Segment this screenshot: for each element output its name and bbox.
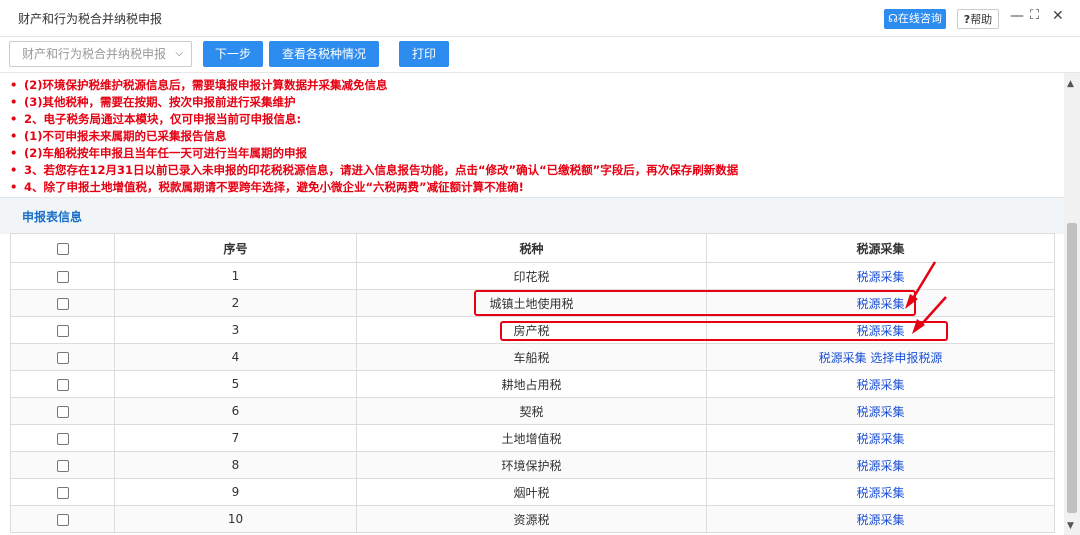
print-button[interactable]: 打印 xyxy=(399,41,449,67)
row-number: 3 xyxy=(114,316,357,344)
tax-source-link[interactable]: 税源采集 xyxy=(856,378,904,392)
next-step-button[interactable]: 下一步 xyxy=(203,41,263,67)
select-tax-source-link[interactable]: 选择申报税源 xyxy=(870,351,942,365)
notice-line: • 4、除了申报土地增值税，税款属期请不要跨年选择，避免小微企业“六税两费”减征额… xyxy=(10,180,524,194)
table-row: 1 印花税 税源采集 xyxy=(10,262,1055,290)
tax-source-link[interactable]: 税源采集 xyxy=(856,486,904,500)
notice-line: • 2、电子税务局通过本模块，仅可申报当前可申报信息: xyxy=(10,112,302,126)
table-row: 9 烟叶税 税源采集 xyxy=(10,478,1055,506)
chevron-down-icon: ⌵ xyxy=(175,48,183,59)
tax-source-link[interactable]: 税源采集 xyxy=(856,270,904,284)
table-row: 6 契税 税源采集 xyxy=(10,397,1055,425)
tax-type: 资源税 xyxy=(356,505,707,533)
online-consult-label: 在线咨询 xyxy=(897,12,942,25)
tax-type: 契税 xyxy=(356,397,707,425)
tax-type: 环境保护税 xyxy=(356,451,707,479)
row-checkbox[interactable] xyxy=(56,297,69,310)
tax-source-link[interactable]: 税源采集 xyxy=(856,432,904,446)
scrollbar-thumb[interactable] xyxy=(1067,223,1077,513)
section-header: 申报表信息 xyxy=(0,197,1064,234)
row-checkbox[interactable] xyxy=(56,351,69,364)
scroll-up-icon[interactable]: ▲ xyxy=(1067,79,1074,89)
minimize-icon[interactable]: — xyxy=(1010,8,1024,24)
notice-line: • (2)环境保护税维护税源信息后，需要填报申报计算数据并采集减免信息 xyxy=(10,78,388,92)
row-checkbox[interactable] xyxy=(56,378,69,391)
row-number: 5 xyxy=(114,370,357,398)
view-tax-status-button[interactable]: 查看各税种情况 xyxy=(269,41,379,67)
highlight-box xyxy=(474,290,916,316)
row-checkbox[interactable] xyxy=(56,486,69,499)
section-title: 申报表信息 xyxy=(22,210,83,224)
toolbar: 财产和行为税合并纳税申报 ⌵ 下一步 查看各税种情况 打印 xyxy=(0,37,1080,73)
online-consult-button[interactable]: ☊在线咨询 xyxy=(884,9,946,29)
notice-line: • (2)车船税按年申报且当年任一天可进行当年属期的申报 xyxy=(10,146,308,160)
table-row: 4 车船税 税源采集 选择申报税源 xyxy=(10,343,1055,371)
row-number: 7 xyxy=(114,424,357,452)
headset-icon: ☊ xyxy=(888,12,898,25)
row-number: 4 xyxy=(114,343,357,371)
row-checkbox[interactable] xyxy=(56,324,69,337)
form-select-value: 财产和行为税合并纳税申报 xyxy=(22,47,167,61)
column-header: 税种 xyxy=(356,233,707,263)
tax-source-link[interactable]: 税源采集 xyxy=(856,513,904,527)
table-row: 8 环境保护税 税源采集 xyxy=(10,451,1055,479)
close-icon[interactable]: ✕ xyxy=(1052,8,1064,24)
notice-panel: • (2)环境保护税维护税源信息后，需要填报申报计算数据并采集减免信息 • (3)其… xyxy=(0,73,1064,197)
notice-line: • 3、若您存在12月31日以前已录入未申报的印花税税源信息，请进入信息报告功能，… xyxy=(10,163,739,177)
table-row: 10 资源税 税源采集 xyxy=(10,505,1055,533)
highlight-box xyxy=(500,321,948,341)
row-checkbox[interactable] xyxy=(56,405,69,418)
row-checkbox[interactable] xyxy=(56,432,69,445)
notice-line: • (3)其他税种，需要在按期、按次申报前进行采集维护 xyxy=(10,95,296,109)
table-row: 5 耕地占用税 税源采集 xyxy=(10,370,1055,398)
tax-type: 印花税 xyxy=(356,262,707,290)
row-number: 10 xyxy=(114,505,357,533)
row-checkbox[interactable] xyxy=(56,459,69,472)
table-header-row: 序号 税种 税源采集 xyxy=(10,233,1055,263)
maximize-icon[interactable]: ⛶ xyxy=(1030,8,1039,23)
row-checkbox[interactable] xyxy=(56,513,69,526)
scroll-down-icon[interactable]: ▼ xyxy=(1067,521,1074,531)
row-number: 6 xyxy=(114,397,357,425)
tax-source-link[interactable]: 税源采集 xyxy=(819,351,867,365)
help-label: 帮助 xyxy=(970,13,993,26)
notice-line: • (1)不可申报未来属期的已采集报告信息 xyxy=(10,129,227,143)
table-row: 7 土地增值税 税源采集 xyxy=(10,424,1055,452)
select-all-checkbox[interactable] xyxy=(56,242,69,255)
tax-type: 烟叶税 xyxy=(356,478,707,506)
tax-type: 耕地占用税 xyxy=(356,370,707,398)
row-number: 2 xyxy=(114,289,357,317)
row-checkbox[interactable] xyxy=(56,270,69,283)
help-button[interactable]: ?帮助 xyxy=(957,9,999,29)
declaration-table: 序号 税种 税源采集 1 印花税 税源采集 2 城镇土地使用税 税源采集 3 房… xyxy=(10,233,1055,533)
tax-source-link[interactable]: 税源采集 xyxy=(856,405,904,419)
vertical-scrollbar[interactable]: ▲ ▼ xyxy=(1064,73,1080,535)
row-number: 9 xyxy=(114,478,357,506)
tax-type: 车船税 xyxy=(356,343,707,371)
title-bar: 财产和行为税合并纳税申报 ☊在线咨询 ?帮助 — ⛶ ✕ xyxy=(0,0,1080,37)
column-header: 税源采集 xyxy=(706,233,1055,263)
form-select[interactable]: 财产和行为税合并纳税申报 ⌵ xyxy=(9,41,192,67)
tax-source-link[interactable]: 税源采集 xyxy=(856,459,904,473)
window-title: 财产和行为税合并纳税申报 xyxy=(18,12,163,26)
row-number: 1 xyxy=(114,262,357,290)
column-header: 序号 xyxy=(114,233,357,263)
select-all-cell xyxy=(10,233,115,263)
row-number: 8 xyxy=(114,451,357,479)
tax-type: 土地增值税 xyxy=(356,424,707,452)
